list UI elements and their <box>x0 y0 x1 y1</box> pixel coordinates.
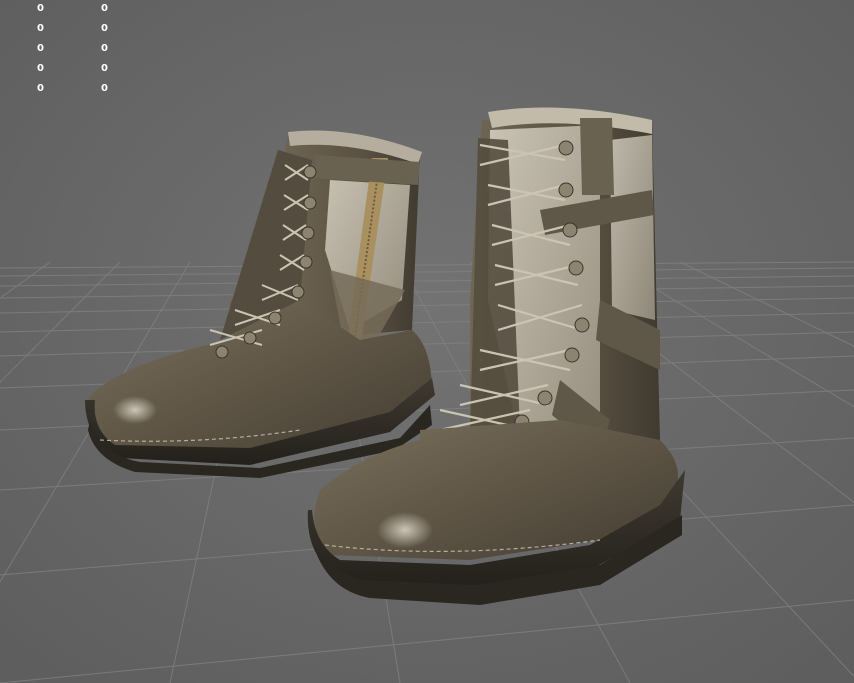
stat-value-right: 0 <box>101 3 108 14</box>
scene-render <box>0 0 854 683</box>
stat-row: 0 0 <box>0 22 140 36</box>
stat-row: 0 0 <box>0 42 140 56</box>
stat-row: 0 0 <box>0 2 140 16</box>
stats-overlay: 0 0 0 0 0 0 0 0 0 0 <box>0 0 140 100</box>
stat-value-right: 0 <box>101 63 108 74</box>
stat-value-right: 0 <box>101 83 108 94</box>
stat-row: 0 0 <box>0 62 140 76</box>
3d-viewport[interactable]: 0 0 0 0 0 0 0 0 0 0 <box>0 0 854 683</box>
stat-value-right: 0 <box>101 23 108 34</box>
stat-value-left: 0 <box>37 63 44 74</box>
stat-value-left: 0 <box>37 43 44 54</box>
stat-value-left: 0 <box>37 23 44 34</box>
stat-value-left: 0 <box>37 3 44 14</box>
stat-value-left: 0 <box>37 83 44 94</box>
stat-value-right: 0 <box>101 43 108 54</box>
stat-row: 0 0 <box>0 82 140 96</box>
